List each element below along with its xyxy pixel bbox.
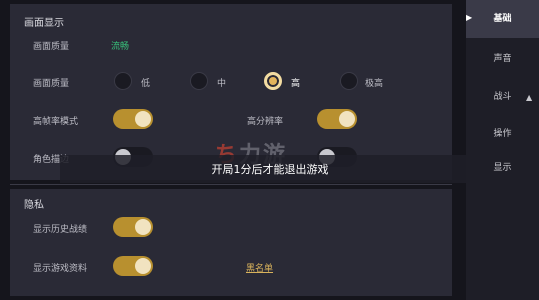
high-res-toggle[interactable] (317, 109, 357, 129)
radio-mid-label: 中 (217, 79, 227, 89)
section-divider (10, 184, 452, 185)
settings-sidebar: 基础 声音 战斗 ▲ 操作 显示 (466, 0, 539, 300)
radio-ultra[interactable] (340, 72, 358, 90)
high-fps-label: 高帧率模式 (33, 117, 79, 127)
history-label: 显示历史战绩 (33, 225, 88, 235)
sidebar-item-controls[interactable]: 操作 (466, 117, 539, 151)
privacy-panel: 隐私 显示历史战绩 显示游戏资料 黑名单 (10, 189, 452, 296)
high-res-label: 高分辨率 (247, 117, 284, 127)
quality-label: 画面质量 (33, 42, 70, 52)
sidebar-item-basic[interactable]: 基础 (466, 0, 539, 38)
toggle-knob (135, 258, 151, 274)
history-toggle[interactable] (113, 217, 153, 237)
quality-value: 流畅 (111, 42, 130, 52)
toggle-knob (135, 219, 151, 235)
quality2-label: 画面质量 (33, 79, 70, 89)
radio-ultra-label: 极高 (365, 79, 384, 89)
display-section-title: 画面显示 (24, 18, 64, 29)
toggle-knob (135, 111, 151, 127)
radio-high-label: 高 (291, 79, 301, 89)
sidebar-item-sound[interactable]: 声音 (466, 42, 539, 76)
profile-toggle[interactable] (113, 256, 153, 276)
high-fps-toggle[interactable] (113, 109, 153, 129)
toast-message: 开局1分后才能退出游戏 (60, 155, 480, 183)
active-indicator-icon: ▶ (466, 13, 473, 22)
radio-low-label: 低 (141, 79, 151, 89)
privacy-section-title: 隐私 (24, 200, 44, 211)
blacklist-link[interactable]: 黑名单 (246, 261, 273, 274)
radio-mid[interactable] (190, 72, 208, 90)
settings-screen: 画面显示 画面质量 流畅 画面质量 低 中 高 极高 高帧率模式 高分辨率 角色… (0, 0, 539, 300)
chevron-up-icon: ▲ (526, 93, 533, 102)
sidebar-item-display[interactable]: 显示 (466, 151, 539, 185)
radio-low[interactable] (114, 72, 132, 90)
radio-high[interactable] (264, 72, 282, 90)
toggle-knob (339, 111, 355, 127)
profile-label: 显示游戏资料 (33, 264, 88, 274)
